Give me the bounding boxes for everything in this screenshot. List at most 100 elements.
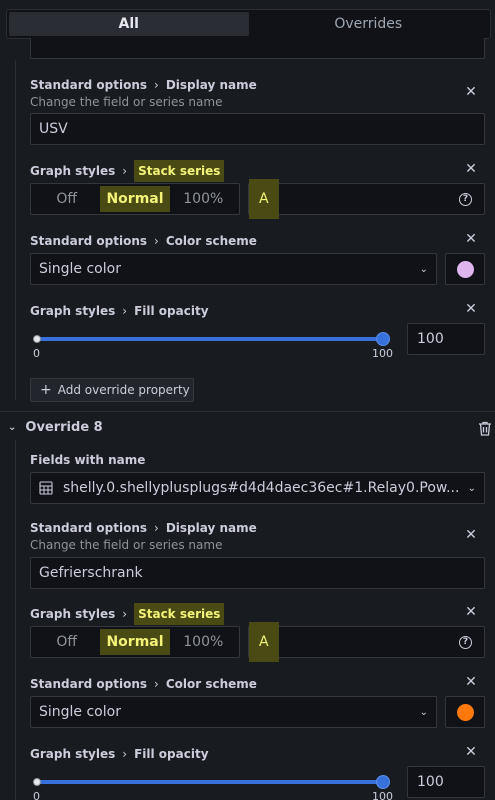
stack-group-input[interactable]: A ?	[248, 622, 485, 662]
matcher-title: Fields with name	[30, 453, 145, 467]
property-name: Stack series	[134, 160, 225, 182]
display-name-input[interactable]: USV	[30, 113, 485, 145]
color-scheme-select[interactable]: Single color ⌄	[30, 696, 437, 728]
options-tabs: All Overrides	[6, 9, 491, 39]
fill-opacity-slider-track[interactable]	[37, 337, 383, 341]
stack-mode-radio-group: Off Normal 100%	[30, 626, 240, 658]
property-category: Standard options	[30, 677, 148, 691]
fill-opacity-property-title: Graph styles › Fill opacity	[30, 304, 209, 318]
close-icon[interactable]: ✕	[464, 605, 478, 619]
color-scheme-value: Single color	[39, 261, 121, 277]
property-category: Standard options	[30, 78, 148, 92]
property-category: Graph styles	[30, 304, 116, 318]
slider-min-label: 0	[33, 347, 40, 360]
fill-opacity-input[interactable]: 100	[407, 323, 485, 355]
trash-icon[interactable]	[478, 421, 492, 436]
stack-mode-off[interactable]: Off	[33, 629, 100, 655]
chevron-right-icon: ›	[122, 304, 128, 318]
chevron-right-icon: ›	[122, 164, 128, 178]
fill-opacity-property-title: Graph styles › Fill opacity	[30, 747, 209, 761]
color-scheme-value: Single color	[39, 704, 121, 720]
property-category: Standard options	[30, 521, 148, 535]
color-scheme-property-title: Standard options › Color scheme	[30, 677, 257, 691]
stack-mode-100[interactable]: 100%	[170, 186, 237, 212]
slider-min-label: 0	[33, 790, 40, 800]
stack-mode-off[interactable]: Off	[33, 186, 100, 212]
slider-max-label: 100	[372, 790, 393, 800]
plus-icon: +	[40, 382, 52, 398]
chevron-right-icon: ›	[154, 677, 159, 691]
display-name-value: USV	[39, 121, 68, 137]
chevron-down-icon: ⌄	[8, 422, 17, 433]
chevron-down-icon: ⌄	[419, 263, 428, 275]
stack-mode-100[interactable]: 100%	[170, 629, 237, 655]
property-category: Standard options	[30, 234, 148, 248]
display-name-property-title: Standard options › Display name	[30, 521, 257, 535]
stack-mode-normal[interactable]: Normal	[100, 629, 170, 655]
property-name: Display name	[165, 78, 257, 92]
color-picker-button[interactable]	[445, 253, 485, 285]
chevron-right-icon: ›	[154, 521, 159, 535]
property-name: Color scheme	[165, 677, 257, 691]
property-name: Fill opacity	[134, 304, 209, 318]
chevron-right-icon: ›	[122, 747, 128, 761]
field-name-value: shelly.0.shellyplusplugs#d4d4daec36ec#1.…	[63, 480, 460, 496]
chevron-right-icon: ›	[122, 607, 128, 621]
chevron-right-icon: ›	[154, 234, 159, 248]
color-swatch	[456, 260, 474, 278]
chevron-down-icon: ⌄	[419, 706, 428, 718]
slider-handle[interactable]	[376, 775, 390, 789]
chevron-right-icon: ›	[154, 78, 159, 92]
slider-handle[interactable]	[376, 332, 390, 346]
matcher-label: Fields with name	[30, 453, 146, 467]
property-name: Display name	[165, 521, 257, 535]
property-category: Graph styles	[30, 607, 116, 621]
close-icon[interactable]: ✕	[464, 162, 478, 176]
color-swatch	[456, 703, 474, 721]
color-scheme-property-title: Standard options › Color scheme	[30, 234, 257, 248]
fill-opacity-input[interactable]: 100	[407, 766, 485, 798]
property-description: Change the field or series name	[30, 538, 223, 552]
help-icon[interactable]: ?	[459, 635, 472, 649]
display-name-property-title: Standard options › Display name	[30, 78, 257, 92]
stack-group-value: A	[249, 179, 279, 219]
grid-icon	[39, 481, 53, 495]
stack-mode-radio-group: Off Normal 100%	[30, 183, 240, 215]
close-icon[interactable]: ✕	[464, 675, 478, 689]
color-picker-button[interactable]	[445, 696, 485, 728]
property-category: Graph styles	[30, 747, 116, 761]
slider-min-marker	[33, 335, 41, 343]
close-icon[interactable]: ✕	[464, 745, 478, 759]
stack-mode-normal[interactable]: Normal	[100, 186, 170, 212]
previous-input[interactable]	[30, 38, 485, 59]
help-icon[interactable]: ?	[459, 192, 472, 206]
field-name-select[interactable]: shelly.0.shellyplusplugs#d4d4daec36ec#1.…	[30, 472, 485, 504]
property-name: Stack series	[134, 603, 225, 625]
override-guide-line	[15, 60, 16, 400]
stack-series-property-title: Graph styles › Stack series	[30, 160, 225, 182]
add-property-label: Add override property	[57, 383, 190, 397]
close-icon[interactable]: ✕	[464, 85, 478, 99]
chevron-down-icon: ⌄	[467, 482, 476, 494]
close-icon[interactable]: ✕	[464, 232, 478, 246]
display-name-value: Gefrierschrank	[39, 565, 143, 581]
property-description: Change the field or series name	[30, 95, 223, 109]
property-name: Fill opacity	[134, 747, 209, 761]
fill-opacity-slider-track[interactable]	[37, 780, 383, 784]
stack-group-value: A	[249, 622, 279, 662]
stack-series-property-title: Graph styles › Stack series	[30, 603, 225, 625]
stack-group-input[interactable]: A ?	[248, 179, 485, 219]
tab-all[interactable]: All	[9, 12, 249, 36]
property-name: Color scheme	[165, 234, 257, 248]
override-header[interactable]: ⌄ Override 8	[8, 420, 103, 435]
slider-min-marker	[33, 778, 41, 786]
add-override-property-button[interactable]: + Add override property	[30, 378, 194, 402]
tab-overrides[interactable]: Overrides	[249, 12, 489, 36]
slider-max-label: 100	[372, 347, 393, 360]
display-name-input[interactable]: Gefrierschrank	[30, 557, 485, 589]
override-guide-line	[15, 440, 16, 800]
override-title: Override 8	[25, 420, 103, 435]
close-icon[interactable]: ✕	[464, 528, 478, 542]
color-scheme-select[interactable]: Single color ⌄	[30, 253, 437, 285]
close-icon[interactable]: ✕	[464, 302, 478, 316]
